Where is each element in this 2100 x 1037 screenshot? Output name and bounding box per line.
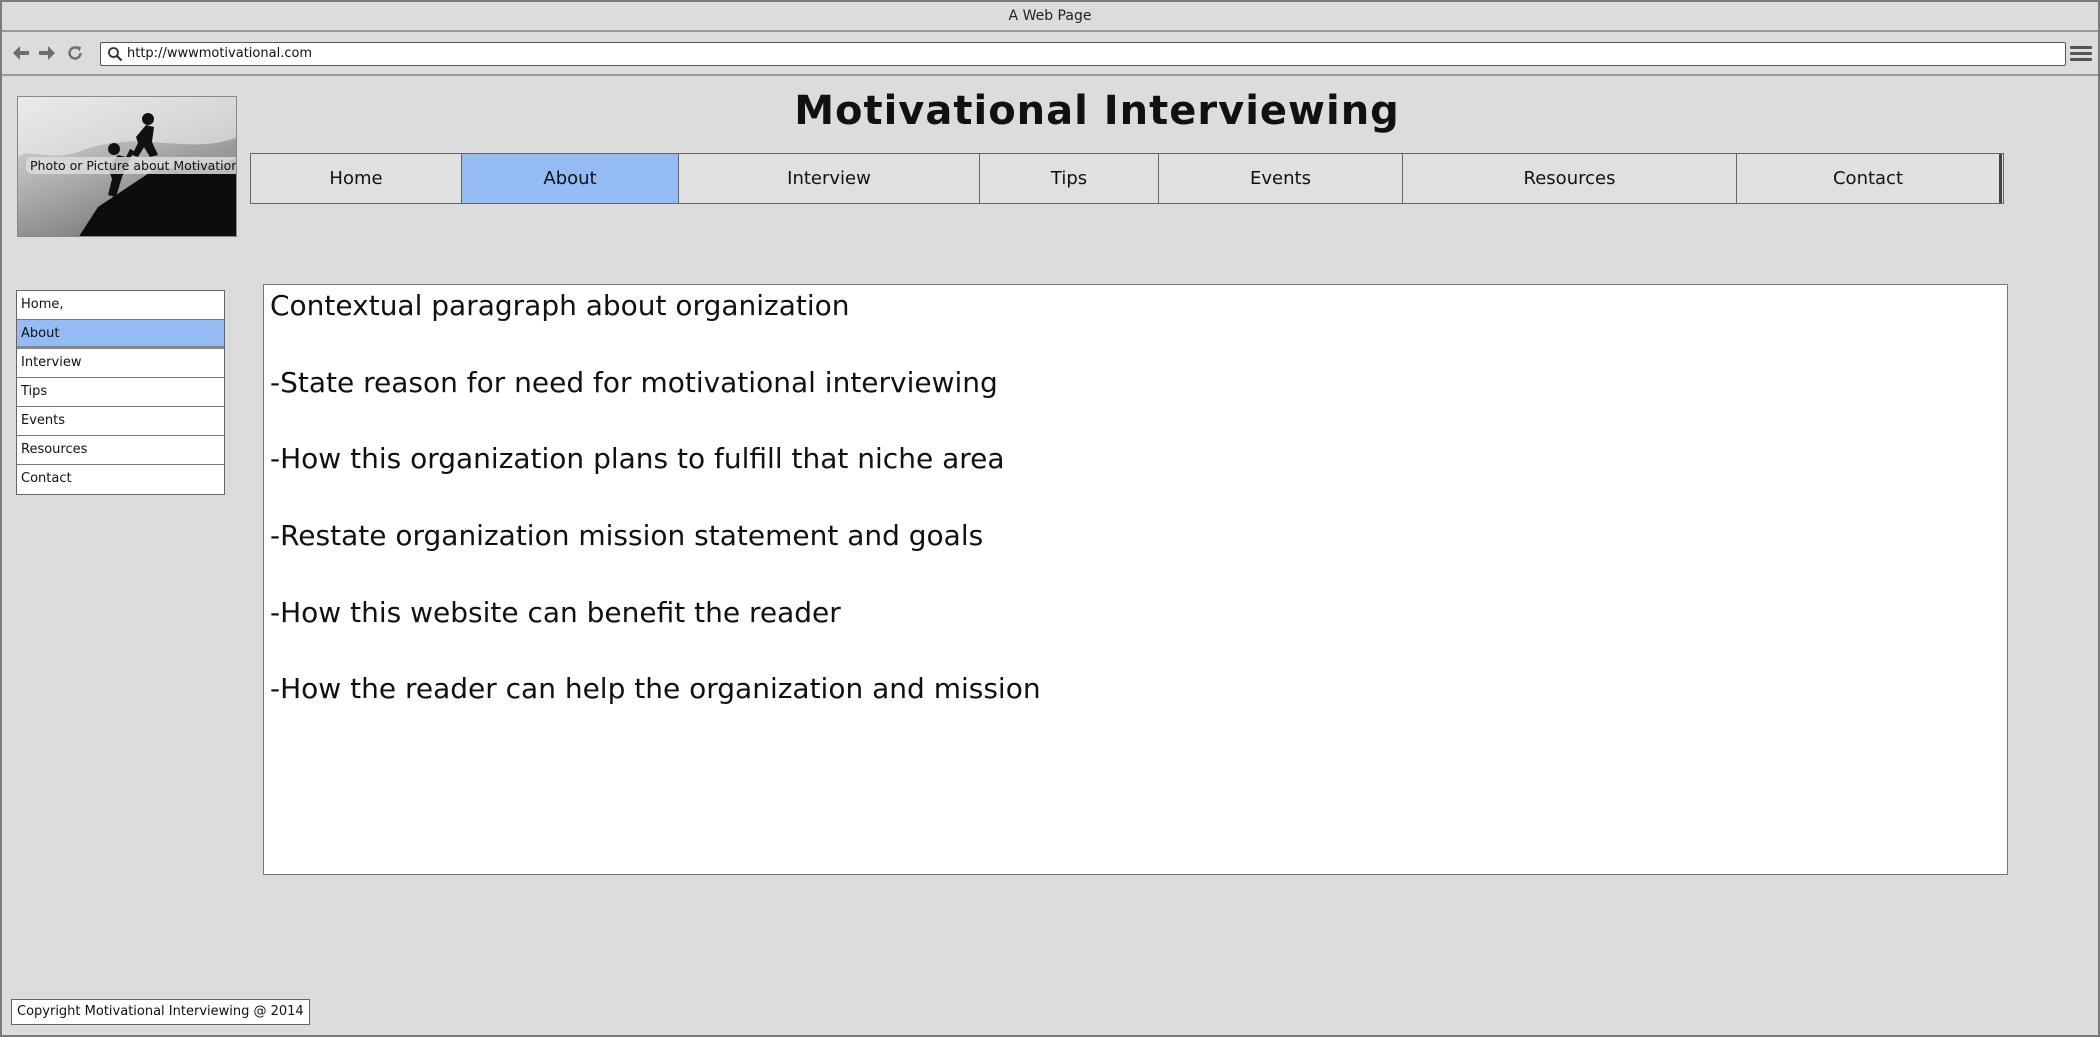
content-line: -How this website can benefit the reader [270,595,841,629]
content-line: -How this organization plans to fulfill … [270,442,1005,476]
tab-contact[interactable]: Contact [1737,154,2002,203]
main-content-panel: Contextual paragraph about organization … [263,284,2008,875]
content-line: -State reason for need for motivational … [270,365,998,399]
tab-interview[interactable]: Interview [679,154,980,203]
reload-icon[interactable] [64,42,86,64]
address-bar[interactable]: http://wwwmotivational.com [100,42,2066,66]
search-icon [107,46,123,66]
url-text: http://wwwmotivational.com [127,46,313,61]
sidebar-item-tips[interactable]: Tips [17,378,224,407]
browser-toolbar: http://wwwmotivational.com [2,34,2098,76]
content-line: -How the reader can help the organizatio… [270,672,1041,706]
tab-about[interactable]: About [462,154,679,203]
top-nav: Home About Interview Tips Events Resourc… [250,153,2004,204]
side-nav: Home, About Interview Tips Events Resour… [16,290,225,495]
sidebar-item-home[interactable]: Home, [17,291,224,320]
logo-caption: Photo or Picture about Motivation [26,157,236,174]
tab-resources[interactable]: Resources [1403,154,1737,203]
sidebar-item-resources[interactable]: Resources [17,436,224,465]
header-logo-image: Photo or Picture about Motivation [17,96,237,237]
page-title: Motivational Interviewing [794,88,1400,134]
back-icon[interactable] [10,42,32,64]
sidebar-item-events[interactable]: Events [17,407,224,436]
browser-window: A Web Page http://wwwmotivational.com Ph… [0,0,2100,1037]
content-line: -Restate organization mission statement … [270,519,984,553]
forward-icon[interactable] [36,42,58,64]
window-title: A Web Page [2,2,2098,32]
sidebar-item-contact[interactable]: Contact [17,465,224,494]
tab-tips[interactable]: Tips [980,154,1159,203]
content-line: Contextual paragraph about organization [270,289,850,322]
footer-copyright: Copyright Motivational Interviewing @ 20… [11,999,310,1025]
sidebar-item-interview[interactable]: Interview [17,349,224,378]
tab-events[interactable]: Events [1159,154,1403,203]
tab-home[interactable]: Home [251,154,462,203]
hamburger-menu-icon[interactable] [2070,43,2092,65]
sidebar-item-about[interactable]: About [17,320,224,349]
